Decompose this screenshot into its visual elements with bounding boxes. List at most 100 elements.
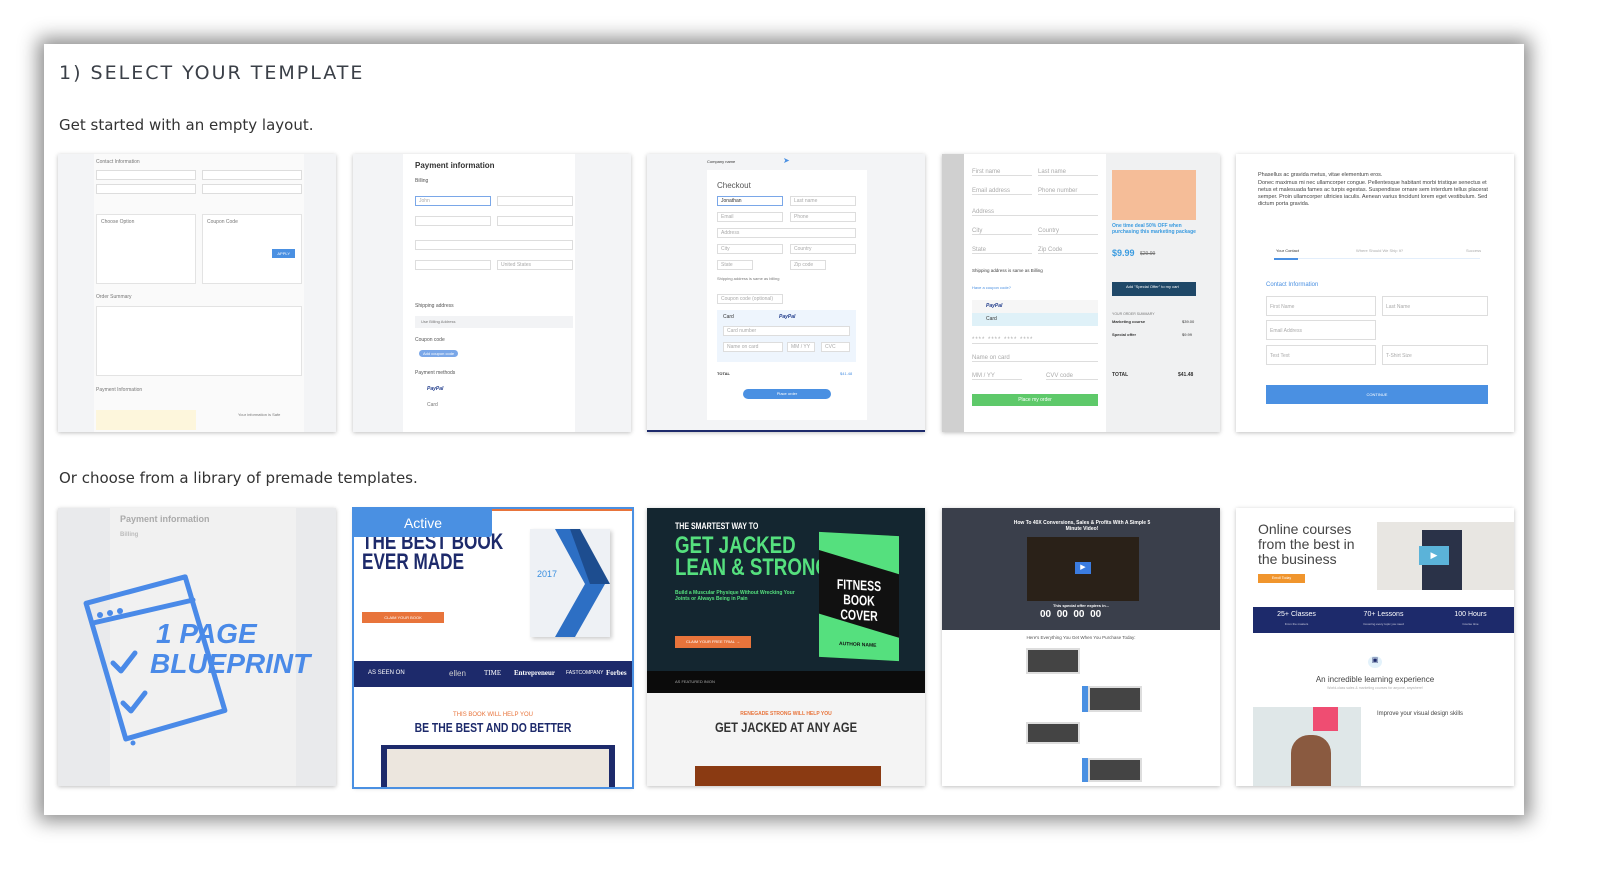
paper-plane-icon: ➤	[783, 156, 790, 165]
headline: Online courses from the best in the busi…	[1258, 521, 1355, 567]
field: Card number	[723, 326, 850, 336]
headline: LEAN & STRONG	[675, 554, 830, 581]
label: Shipping address	[415, 303, 454, 309]
book-title: FITNESS BOOK COVER	[836, 575, 882, 624]
book-cover-icon	[555, 529, 610, 637]
label: 2017	[537, 569, 558, 579]
headline: EVER MADE	[362, 549, 465, 574]
step: Your Contact	[1276, 248, 1299, 253]
label: Shipping address is same as Billing	[972, 268, 1043, 273]
label: Card	[723, 314, 734, 320]
empty-template-card-1[interactable]: Contact Information Choose Option Coupon…	[58, 154, 336, 432]
cta-button: Enroll Today	[1258, 574, 1305, 583]
empty-layout-label: Get started with an empty layout.	[59, 116, 314, 134]
paragraph: Donec maximus mi nec ullamcorper congue.…	[1258, 180, 1488, 207]
label: Choose Option	[101, 219, 135, 225]
paypal-logo: PayPal	[427, 386, 444, 392]
field: Last name	[1038, 169, 1098, 176]
stat-sub: Covering every topic you need	[1363, 622, 1404, 626]
continue-button: CONTINUE	[1266, 385, 1488, 404]
logo-text: BLUEPRINT	[150, 648, 311, 679]
field: **** **** **** ****	[972, 337, 1098, 344]
premade-template-courses[interactable]: Online courses from the best in the busi…	[1236, 508, 1514, 786]
field: Last name	[790, 196, 856, 206]
label: Improve your visual design skills	[1377, 711, 1464, 717]
field: City	[717, 244, 783, 254]
label: Build a Muscular Physique Without Wrecki…	[675, 590, 795, 602]
label: Coupon Code	[207, 219, 238, 225]
field: State	[972, 247, 1032, 254]
place-order-button: Place my order	[972, 394, 1098, 406]
field: Address	[972, 209, 1098, 216]
field: CVV code	[1046, 373, 1098, 380]
premade-template-blueprint[interactable]: Payment information Billing 1 PAGE BLUEP…	[58, 508, 336, 786]
field: Name on card	[972, 355, 1098, 362]
step: Where Should We Ship It?	[1356, 248, 1404, 253]
label: Your information is Safe	[238, 412, 281, 417]
label: TOTAL	[717, 371, 730, 376]
field: Email Address	[1266, 320, 1376, 340]
label: RENEGADE STRONG WILL HELP YOU	[740, 711, 832, 717]
label: Contact Information	[1266, 282, 1319, 288]
paypal-logo: PayPal	[779, 314, 796, 320]
field: Phone number	[1038, 188, 1098, 195]
stat-sub: From the masters	[1284, 622, 1309, 626]
link: Have a coupon code?	[972, 285, 1011, 290]
press-logo: Entrepreneur	[514, 669, 555, 677]
label: THE SMARTEST WAY TO	[675, 521, 759, 531]
play-icon: ▶	[1419, 546, 1449, 565]
label: $41.48	[840, 371, 853, 376]
label: Shipping address is same as billing	[717, 276, 780, 281]
empty-template-card-3[interactable]: Company name ➤ Checkout Jonathan Last nam…	[647, 154, 925, 432]
cta-button: CLAIM YOUR BOOK	[362, 612, 444, 623]
label: $29.99	[1140, 251, 1156, 257]
section-title: An incredible learning experience	[1315, 675, 1435, 684]
label: $9.99	[1182, 332, 1193, 337]
field: Address	[717, 228, 856, 238]
premade-template-book[interactable]: Active THE BEST BOOK EVER MADE CLAIM YOU…	[352, 507, 634, 789]
premade-label: Or choose from a library of premade temp…	[59, 469, 418, 487]
label: Billing	[120, 532, 139, 538]
paypal-logo: PayPal	[986, 303, 1003, 309]
label: Contact Information	[96, 159, 140, 165]
empty-template-card-5[interactable]: Phasellus ac gravida metus, vitae elemen…	[1236, 154, 1514, 432]
field: Coupon code (optional)	[717, 294, 783, 304]
timer-digit: 00	[1090, 609, 1102, 620]
label: Coupon code	[415, 337, 445, 343]
field: MM / YY	[972, 373, 1022, 380]
play-icon: ▶	[1075, 562, 1091, 574]
field: Country	[790, 244, 856, 254]
field: Email	[717, 212, 783, 222]
timer-digit: 00	[1056, 609, 1068, 620]
label: One time deal 50% OFF when purchasing th…	[1112, 223, 1196, 235]
label: YOUR ORDER SUMMARY	[1112, 312, 1155, 316]
premade-template-video[interactable]: How To 40X Conversions, Sales & Profits …	[942, 508, 1220, 786]
stat-sub: Course time	[1462, 622, 1479, 626]
label: Use Billing Address	[415, 316, 573, 328]
label: $9.99	[1112, 248, 1135, 258]
timer-digit: 00	[1073, 609, 1085, 620]
label: Marketing course	[1112, 319, 1146, 324]
label: THIS BOOK WILL HELP YOU	[453, 712, 533, 718]
label: TOTAL	[1112, 372, 1129, 378]
field: Zip code	[790, 260, 826, 270]
label: Card	[972, 313, 1098, 326]
field: Jonathan	[717, 196, 783, 206]
press-logo: FASTCOMPANY	[566, 670, 604, 676]
label: Order Summary	[96, 294, 132, 300]
field: T-Shirt Size	[1382, 345, 1488, 365]
place-order-button: Place order	[743, 389, 831, 399]
field: CVC	[821, 342, 850, 352]
label: Payment information	[120, 514, 210, 524]
label: AS SEEN ON	[368, 670, 405, 676]
template-panel: 1) SELECT YOUR TEMPLATE Get started with…	[44, 44, 1524, 815]
field: United States	[497, 260, 573, 270]
label: Payment information	[415, 161, 495, 170]
field: State	[717, 260, 753, 270]
premade-template-fitness[interactable]: THE SMARTEST WAY TO GET JACKED LEAN & ST…	[647, 508, 925, 786]
label: Add coupon code	[419, 350, 459, 357]
field: First Name	[1266, 296, 1376, 316]
active-badge: Active	[354, 509, 492, 537]
empty-template-card-4[interactable]: First name Last name Email address Phone n…	[942, 154, 1220, 432]
empty-template-card-2[interactable]: Payment information Billing John United …	[353, 154, 631, 432]
